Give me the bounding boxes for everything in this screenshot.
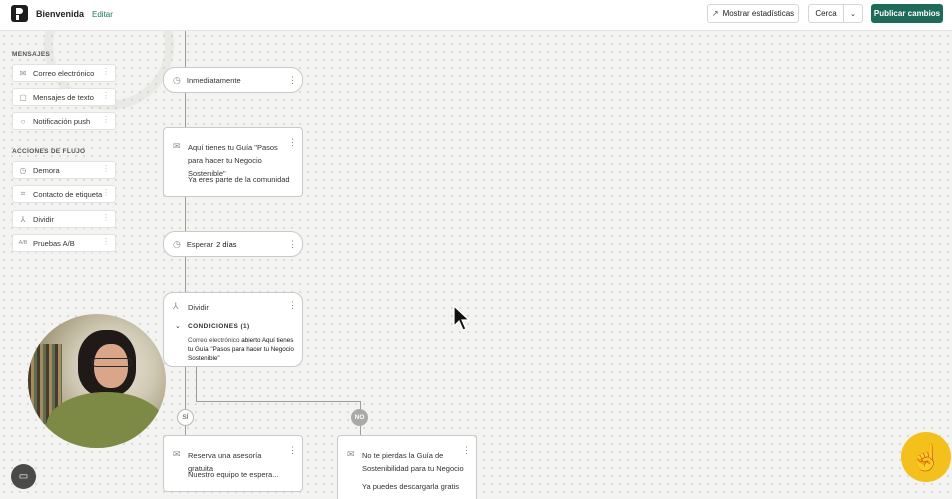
sidebar-item-label: Dividir	[33, 214, 54, 224]
flow-connector-no	[196, 367, 197, 401]
email-node-consultation[interactable]: ✉ Reserva una asesoría gratuita Nuestro …	[163, 435, 303, 492]
messages-section-title: MENSAJES	[12, 51, 51, 58]
drag-handle-icon[interactable]: ⋮	[102, 214, 110, 222]
sidebar-item-sms[interactable]: ▢ Mensajes de texto ⋮	[12, 88, 116, 106]
email-preview: Ya puedes descargarla gratis	[362, 482, 460, 491]
chat-icon[interactable]: ▭	[11, 464, 36, 489]
mouse-cursor-icon	[453, 305, 471, 331]
condition-description: Correo electrónico abierto Aquí tienes t…	[188, 336, 296, 363]
node-menu-icon[interactable]: ⋮	[288, 446, 297, 455]
trigger-immediately-node[interactable]: ◷ Inmediatamente ⋮	[163, 67, 303, 93]
sidebar-item-label: Pruebas A/B	[33, 238, 75, 248]
sidebar-item-ab-test[interactable]: A/B Pruebas A/B ⋮	[12, 234, 116, 252]
split-node[interactable]: ⅄ Dividir ⋮ ⌄ CONDICIONES (1) Correo ele…	[163, 292, 303, 367]
flow-connector-no	[196, 401, 360, 402]
sidebar-item-label: Correo electrónico	[33, 68, 95, 78]
chevron-down-icon[interactable]: ⌄	[175, 322, 181, 330]
email-preview: Ya eres parte de la comunidad	[188, 175, 290, 184]
webcam-overlay	[28, 314, 166, 448]
show-stats-label: Mostrar estadísticas	[722, 9, 795, 18]
node-menu-icon[interactable]: ⋮	[288, 301, 297, 310]
bell-icon: ○	[20, 116, 26, 126]
split-title: Dividir	[188, 303, 209, 312]
sidebar-item-email[interactable]: ✉ Correo electrónico ⋮	[12, 64, 116, 82]
edit-link[interactable]: Editar	[92, 10, 113, 19]
email-node-guide[interactable]: ✉ Aquí tienes tu Guía "Pasos para hacer …	[163, 127, 303, 197]
sidebar-item-label: Demora	[33, 165, 60, 175]
flow-connector	[185, 197, 186, 231]
node-menu-icon[interactable]: ⋮	[288, 76, 297, 85]
mail-icon: ✉	[173, 449, 181, 459]
mail-icon: ✉	[347, 449, 355, 459]
close-button[interactable]: Cerca	[808, 4, 844, 23]
pointing-hand-icon: ☝	[901, 432, 951, 482]
drag-handle-icon[interactable]: ⋮	[102, 68, 110, 76]
node-menu-icon[interactable]: ⋮	[288, 138, 297, 147]
node-menu-icon[interactable]: ⋮	[462, 446, 471, 455]
node-menu-icon[interactable]: ⋮	[288, 240, 297, 249]
wait-prefix: Esperar	[186, 239, 214, 249]
mail-icon: ✉	[173, 141, 181, 151]
sidebar-item-label: Mensajes de texto	[33, 92, 94, 102]
email-node-reminder[interactable]: ✉ No te pierdas la Guía de Sostenibilida…	[337, 435, 477, 499]
branch-no-badge: NO	[351, 409, 368, 426]
sidebar-item-tag[interactable]: ⌗ Contacto de etiqueta ⋮	[12, 185, 116, 203]
sidebar-item-label: Notificación push	[33, 116, 91, 126]
flow-connector	[185, 257, 186, 292]
wait-node[interactable]: ◷ Esperar 2 días ⋮	[163, 231, 303, 257]
clock-icon: ◷	[19, 165, 27, 175]
drag-handle-icon[interactable]: ⋮	[102, 165, 110, 173]
tag-icon: ⌗	[20, 189, 26, 198]
email-subject: No te pierdas la Guía de Sostenibilidad …	[362, 451, 464, 473]
app-logo	[11, 5, 28, 22]
ab-icon: A/B	[18, 240, 28, 246]
flow-connector	[185, 31, 186, 67]
drag-handle-icon[interactable]: ⋮	[102, 238, 110, 246]
flow-title: Bienvenida	[36, 9, 85, 19]
sms-icon: ▢	[19, 92, 27, 102]
drag-handle-icon[interactable]: ⋮	[102, 92, 110, 100]
sidebar-item-delay[interactable]: ◷ Demora ⋮	[12, 161, 116, 179]
sidebar-item-label: Contacto de etiqueta	[33, 189, 103, 199]
sidebar-item-push[interactable]: ○ Notificación push ⋮	[12, 112, 116, 130]
clock-icon: ◷	[173, 74, 181, 85]
email-preview: Nuestro equipo te espera...	[188, 470, 279, 479]
mail-icon: ✉	[19, 68, 27, 78]
show-stats-button[interactable]: ↗ Mostrar estadísticas	[707, 4, 799, 23]
trigger-label: Inmediatamente	[186, 75, 241, 85]
drag-handle-icon[interactable]: ⋮	[102, 189, 110, 197]
condition-prefix: Correo electrónico	[188, 337, 240, 344]
drag-handle-icon[interactable]: ⋮	[102, 116, 110, 124]
split-icon: ⅄	[20, 214, 26, 224]
conditions-toggle[interactable]: CONDICIONES (1)	[188, 323, 250, 330]
top-bar: Bienvenida Editar ↗ Mostrar estadísticas…	[0, 0, 952, 31]
flow-connector	[185, 93, 186, 127]
clock-icon: ◷	[173, 238, 181, 249]
split-icon: ⅄	[173, 301, 179, 311]
branch-yes-badge: SÍ	[177, 409, 194, 426]
wait-value: 2 días	[216, 239, 237, 249]
sidebar-item-split[interactable]: ⅄ Dividir ⋮	[12, 210, 116, 228]
publish-changes-button[interactable]: Publicar cambios	[871, 4, 943, 23]
trending-icon: ↗	[711, 9, 719, 18]
close-options-dropdown[interactable]: ⌄	[843, 4, 863, 23]
flow-actions-section-title: ACCIONES DE FLUJO	[12, 148, 86, 155]
